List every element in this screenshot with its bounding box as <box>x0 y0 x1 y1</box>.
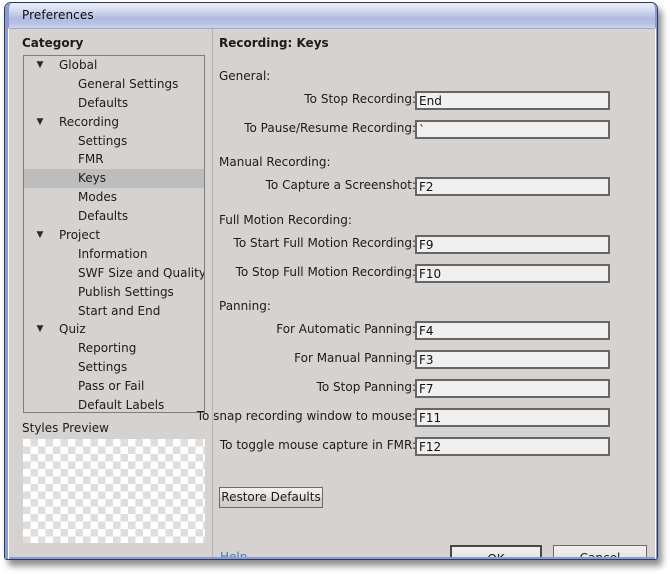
tree-item-label: Start and End <box>78 303 161 318</box>
field-label-to-capture-a-screenshot: To Capture a Screenshot: <box>265 178 416 192</box>
field-input-to-toggle-mouse-capture-in-fmr[interactable] <box>415 437 610 456</box>
tree-item-label: Settings <box>78 133 128 148</box>
field-row-for-automatic-panning: For Automatic Panning: <box>219 321 610 340</box>
field-input-for-automatic-panning[interactable] <box>415 321 610 340</box>
page-title: Recording: Keys <box>219 36 329 50</box>
field-input-to-snap-recording-window-to-mouse[interactable] <box>415 408 610 427</box>
chevron-down-icon[interactable]: ▼ <box>35 226 45 245</box>
field-row-to-pause-resume-recording: To Pause/Resume Recording: <box>219 120 610 139</box>
field-label-to-snap-recording-window-to-mouse: To snap recording window to mouse: <box>196 409 416 423</box>
dialog-client-area: Category ▼ Global General Settings Defaults… <box>9 29 655 559</box>
field-label-for-manual-panning: For Manual Panning: <box>294 351 416 365</box>
tree-item-global[interactable]: ▼ Global <box>24 56 204 75</box>
tree-item-information[interactable]: Information <box>24 245 204 264</box>
help-link[interactable]: Help... <box>220 550 259 559</box>
preferences-dialog-window: Preferences Category ▼ Global General Sett… <box>4 2 658 560</box>
tree-item-start-and-end[interactable]: Start and End <box>24 302 204 321</box>
tree-item-quiz[interactable]: ▼ Quiz <box>24 320 204 339</box>
group-label-manual-recording: Manual Recording: <box>219 155 331 169</box>
tree-item-label: Modes <box>78 190 117 205</box>
tree-item-label: Reporting <box>78 341 137 356</box>
tree-item-defaults[interactable]: Defaults <box>24 94 204 113</box>
window-titlebar[interactable]: Preferences <box>5 3 657 29</box>
field-row-to-stop-full-motion-recording: To Stop Full Motion Recording: <box>219 264 610 283</box>
tree-item-label: Default Labels <box>78 398 165 413</box>
tree-item-default-labels[interactable]: Default Labels <box>24 396 204 413</box>
tree-item-label: Pass or Fail <box>78 379 145 394</box>
tree-item-label: Quiz <box>59 322 86 337</box>
field-input-to-stop-panning[interactable] <box>415 379 610 398</box>
field-input-to-stop-full-motion-recording[interactable] <box>415 264 610 283</box>
tree-item-label: Settings <box>78 360 128 375</box>
tree-item-label: Defaults <box>78 95 129 110</box>
styles-preview-label: Styles Preview <box>22 421 109 435</box>
tree-item-label: FMR <box>78 152 104 167</box>
cancel-button[interactable]: Cancel <box>553 545 647 559</box>
field-label-to-toggle-mouse-capture-in-fmr: To toggle mouse capture in FMR: <box>219 438 416 452</box>
tree-item-label: Defaults <box>78 209 129 224</box>
chevron-down-icon[interactable]: ▼ <box>35 113 45 132</box>
tree-item-swf-size-and-quality[interactable]: SWF Size and Quality <box>24 264 204 283</box>
chevron-down-icon[interactable]: ▼ <box>35 320 45 339</box>
tree-item-recording[interactable]: ▼ Recording <box>24 113 204 132</box>
tree-item-label: Global <box>59 58 98 72</box>
tree-item-general-settings[interactable]: General Settings <box>24 75 204 94</box>
field-row-to-toggle-mouse-capture-in-fmr: To toggle mouse capture in FMR: <box>219 437 610 456</box>
field-input-to-start-full-motion-recording[interactable] <box>415 235 610 254</box>
tree-item-project[interactable]: ▼ Project <box>24 226 204 245</box>
chevron-down-icon[interactable]: ▼ <box>35 56 45 75</box>
group-label-panning: Panning: <box>219 299 271 313</box>
pane-divider <box>212 29 213 557</box>
tree-item-modes[interactable]: Modes <box>24 188 204 207</box>
field-row-for-manual-panning: For Manual Panning: <box>219 350 610 369</box>
field-input-to-stop-recording[interactable] <box>415 91 610 110</box>
styles-preview-swatch <box>23 439 205 543</box>
restore-defaults-button[interactable]: Restore Defaults <box>219 487 323 508</box>
tree-item-label: SWF Size and Quality <box>78 265 205 280</box>
tree-item-label: General Settings <box>78 76 179 91</box>
tree-item-pass-or-fail[interactable]: Pass or Fail <box>24 377 204 396</box>
field-input-to-capture-a-screenshot[interactable] <box>415 177 610 196</box>
tree-item-label: Keys <box>78 171 107 186</box>
field-row-to-stop-panning: To Stop Panning: <box>219 379 610 398</box>
tree-item-label: Publish Settings <box>78 284 174 299</box>
window-title: Preferences <box>22 8 94 22</box>
tree-item-keys[interactable]: Keys <box>24 169 204 189</box>
field-label-to-stop-recording: To Stop Recording: <box>304 92 416 106</box>
tree-item-defaults[interactable]: Defaults <box>24 207 204 226</box>
field-label-for-automatic-panning: For Automatic Panning: <box>276 322 416 336</box>
tree-item-label: Information <box>78 246 148 261</box>
tree-item-settings[interactable]: Settings <box>24 132 204 151</box>
tree-item-label: Project <box>59 228 101 243</box>
field-input-to-pause-resume-recording[interactable] <box>415 120 610 139</box>
field-row-to-start-full-motion-recording: To Start Full Motion Recording: <box>219 235 610 254</box>
category-heading: Category <box>22 36 84 50</box>
field-label-to-stop-panning: To Stop Panning: <box>316 380 416 394</box>
field-row-to-capture-a-screenshot: To Capture a Screenshot: <box>219 177 610 196</box>
ok-button[interactable]: OK <box>450 545 542 559</box>
field-input-for-manual-panning[interactable] <box>415 350 610 369</box>
tree-item-settings[interactable]: Settings <box>24 358 204 377</box>
field-label-to-stop-full-motion-recording: To Stop Full Motion Recording: <box>235 265 416 279</box>
category-tree[interactable]: ▼ Global General Settings Defaults ▼ Recordin… <box>23 55 205 413</box>
tree-item-publish-settings[interactable]: Publish Settings <box>24 283 204 302</box>
field-label-to-start-full-motion-recording: To Start Full Motion Recording: <box>233 236 416 250</box>
tree-item-fmr[interactable]: FMR <box>24 150 204 169</box>
tree-item-label: Recording <box>59 114 120 129</box>
tree-item-reporting[interactable]: Reporting <box>24 339 204 358</box>
field-row-to-stop-recording: To Stop Recording: <box>219 91 610 110</box>
field-row-to-snap-recording-window-to-mouse: To snap recording window to mouse: <box>197 408 610 427</box>
group-label-full-motion-recording: Full Motion Recording: <box>219 213 352 227</box>
group-label-general: General: <box>219 69 271 83</box>
field-label-to-pause-resume-recording: To Pause/Resume Recording: <box>244 121 416 135</box>
